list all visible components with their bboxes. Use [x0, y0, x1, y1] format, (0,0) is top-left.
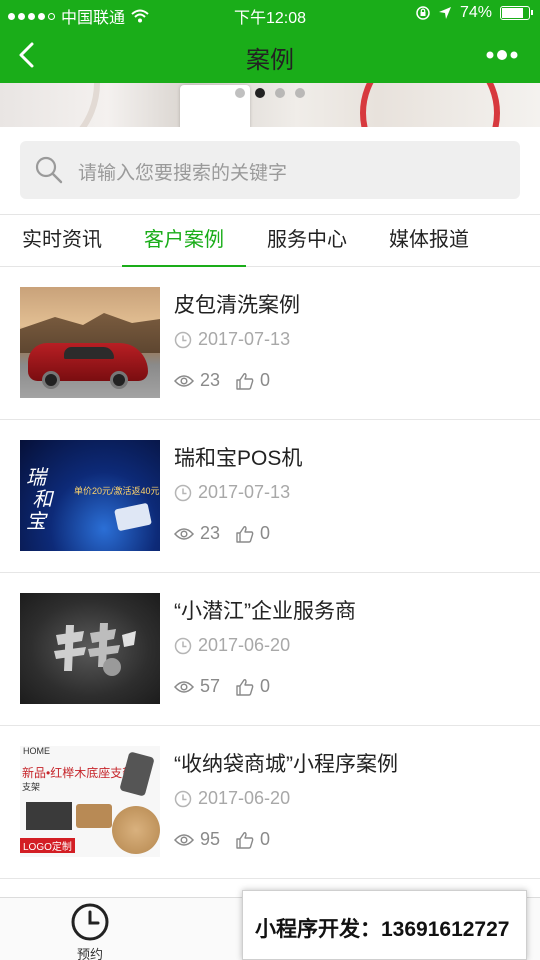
contact-overlay[interactable]: 小程序开发：13691612727 — [242, 890, 527, 960]
article-thumbnail: HOME 新品•红榉木底座支架 支架 LOGO定制 — [20, 746, 160, 857]
list-item[interactable]: 瑞 和宝 单价20元/激活返40元 瑞和宝POS机 2017-07-13 23 … — [0, 420, 540, 573]
view-count: 95 — [200, 829, 221, 849]
case-list: 皮包清洗案例 2017-07-13 23 0 瑞 和宝 单价20元/激活返40元… — [0, 267, 540, 879]
search-placeholder: 请输入您要搜索的关键字 — [78, 163, 288, 184]
article-title: 皮包清洗案例 — [174, 294, 300, 317]
view-count: 23 — [200, 370, 221, 390]
article-meta: 23 0 — [174, 370, 270, 391]
like-count: 0 — [260, 829, 271, 849]
search-section: 请输入您要搜索的关键字 — [0, 127, 540, 215]
clock-icon — [71, 903, 109, 941]
article-date-text: 2017-07-13 — [198, 482, 291, 502]
list-item[interactable]: “小潜江”企业服务商 2017-06-20 57 0 — [0, 573, 540, 726]
article-thumbnail — [20, 287, 160, 398]
article-date: 2017-07-13 — [174, 482, 290, 503]
top-bar: 中国联通 下午12:08 74% 案例 — [0, 0, 540, 83]
article-title: “收纳袋商城”小程序案例 — [174, 753, 398, 776]
pager-dot[interactable] — [275, 88, 285, 98]
list-item[interactable]: 皮包清洗案例 2017-07-13 23 0 — [0, 267, 540, 420]
status-bar: 中国联通 下午12:08 74% — [0, 0, 540, 28]
tabbar-label: 预约 — [76, 947, 103, 960]
rotation-lock-icon — [416, 6, 430, 20]
pager-dot[interactable] — [235, 88, 245, 98]
category-tabs: 实时资讯 客户案例 服务中心 媒体报道 — [0, 214, 540, 267]
article-date: 2017-06-20 — [174, 635, 290, 656]
tab-cases[interactable]: 客户案例 — [122, 215, 246, 267]
article-date-text: 2017-06-20 — [198, 635, 291, 655]
nav-bar: 案例 — [0, 28, 540, 83]
article-title: 瑞和宝POS机 — [174, 447, 303, 470]
contact-text: 小程序开发：13691612727 — [255, 918, 510, 941]
article-meta: 57 0 — [174, 676, 270, 697]
pager-dot-active[interactable] — [255, 88, 265, 98]
eye-icon — [174, 680, 194, 693]
thumbs-up-icon[interactable] — [236, 831, 254, 849]
pager-dot[interactable] — [295, 88, 305, 98]
article-meta: 95 0 — [174, 829, 270, 850]
like-count: 0 — [260, 370, 271, 390]
battery-icon — [500, 6, 533, 20]
eye-icon — [174, 374, 194, 387]
location-icon — [438, 7, 451, 19]
article-date-text: 2017-06-20 — [198, 788, 291, 808]
article-title: “小潜江”企业服务商 — [174, 600, 356, 623]
eye-icon — [174, 527, 194, 540]
tabbar-item-appointment[interactable]: 预约 — [50, 902, 130, 960]
article-date: 2017-07-13 — [174, 329, 290, 350]
article-meta: 23 0 — [174, 523, 270, 544]
banner-carousel[interactable] — [0, 83, 540, 127]
more-icon[interactable] — [484, 44, 520, 66]
clock-icon — [174, 637, 192, 654]
article-thumbnail — [20, 593, 160, 704]
article-date: 2017-06-20 — [174, 788, 290, 809]
page-title: 案例 — [246, 47, 294, 74]
battery-percent: 74% — [459, 4, 492, 21]
thumbs-up-icon[interactable] — [236, 678, 254, 696]
eye-icon — [174, 833, 194, 846]
banner-pager — [0, 88, 540, 98]
thumbs-up-icon[interactable] — [236, 525, 254, 543]
like-count: 0 — [260, 523, 271, 543]
search-icon — [35, 156, 63, 184]
list-item[interactable]: HOME 新品•红榉木底座支架 支架 LOGO定制 “收纳袋商城”小程序案例 2… — [0, 726, 540, 879]
article-date-text: 2017-07-13 — [198, 329, 291, 349]
view-count: 23 — [200, 523, 221, 543]
article-thumbnail: 瑞 和宝 单价20元/激活返40元 — [20, 440, 160, 551]
like-count: 0 — [260, 676, 271, 696]
clock-icon — [174, 484, 192, 501]
tab-service-center[interactable]: 服务中心 — [264, 215, 350, 267]
view-count: 57 — [200, 676, 221, 696]
tab-news[interactable]: 实时资讯 — [20, 215, 104, 267]
search-input[interactable]: 请输入您要搜索的关键字 — [20, 141, 520, 199]
thumbs-up-icon[interactable] — [236, 372, 254, 390]
tab-media[interactable]: 媒体报道 — [386, 215, 472, 267]
clock-icon — [174, 790, 192, 807]
clock-icon — [174, 331, 192, 348]
